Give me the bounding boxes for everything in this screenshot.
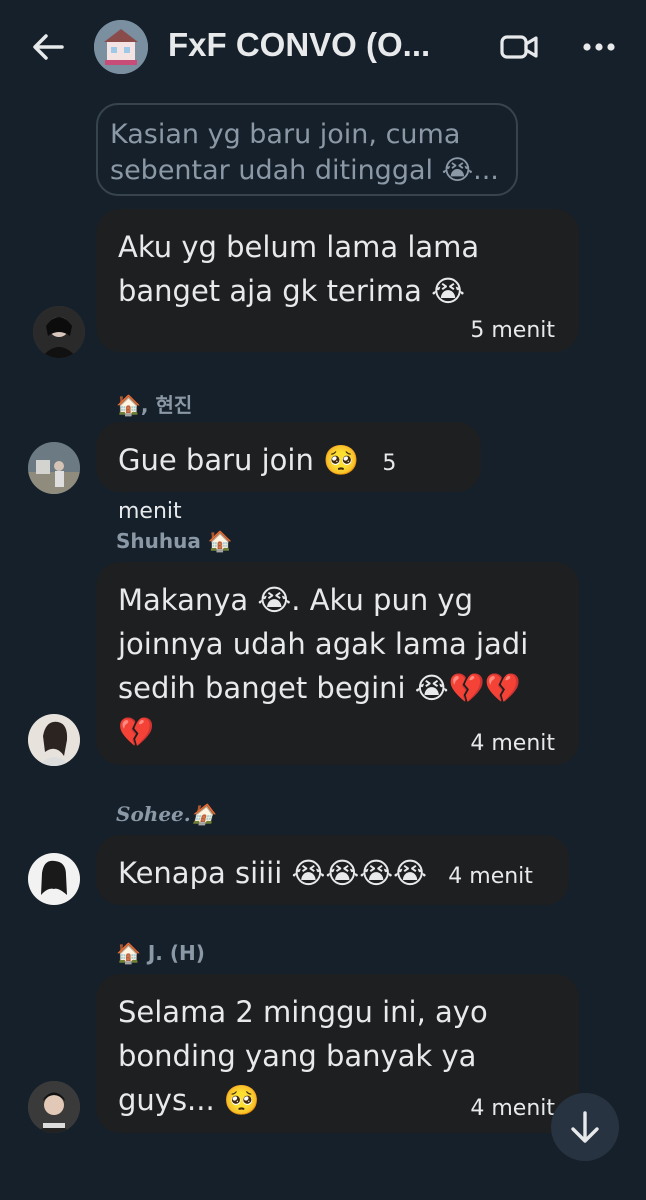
message-text: Aku yg belum lama lama banget aja gk ter… bbox=[118, 230, 480, 308]
avatar[interactable] bbox=[28, 442, 80, 494]
back-arrow-icon[interactable] bbox=[28, 27, 68, 67]
video-call-icon[interactable] bbox=[498, 28, 540, 66]
conversation-title[interactable]: FxF CONVO (O... bbox=[168, 26, 430, 64]
message-time: 5 menit bbox=[470, 318, 555, 343]
avatar[interactable] bbox=[33, 306, 85, 358]
sender-name: Shuhua 🏠 bbox=[116, 529, 233, 553]
avatar[interactable] bbox=[28, 853, 80, 905]
conversation-header: FxF CONVO (O... bbox=[0, 0, 646, 96]
message-text: Gue baru join 🥺 bbox=[118, 443, 360, 477]
quoted-reply[interactable]: Kasian yg baru join, cuma sebentar udah … bbox=[96, 103, 518, 196]
message-time: 4 menit bbox=[470, 1096, 555, 1121]
avatar[interactable] bbox=[28, 1081, 80, 1133]
sender-name: 🏠 J. (H) bbox=[116, 941, 205, 965]
scroll-to-bottom-button[interactable] bbox=[551, 1093, 619, 1161]
message-text: Kenapa siiii 😭😭😭😭 bbox=[118, 856, 428, 890]
sender-name: 𝑺𝒐𝒉𝒆𝒆.🏠 bbox=[116, 802, 216, 826]
message-bubble[interactable]: Makanya 😭. Aku pun yg joinnya udah agak … bbox=[96, 562, 579, 765]
more-options-icon[interactable] bbox=[578, 28, 620, 66]
sender-name: 🏠, 현진 bbox=[116, 393, 193, 417]
message-bubble[interactable]: Kenapa siiii 😭😭😭😭 4 menit bbox=[96, 835, 569, 905]
arrow-down-icon bbox=[571, 1111, 599, 1143]
message-bubble[interactable]: Selama 2 minggu ini, ayo bonding yang ba… bbox=[96, 974, 579, 1133]
group-avatar[interactable] bbox=[94, 20, 148, 74]
message-bubble[interactable]: Gue baru join 🥺 5 menit bbox=[96, 422, 481, 524]
message-text: Selama 2 minggu ini, ayo bonding yang ba… bbox=[118, 995, 488, 1117]
avatar[interactable] bbox=[28, 714, 80, 766]
message-bubble[interactable]: Aku yg belum lama lama banget aja gk ter… bbox=[96, 209, 579, 352]
group-house-icon bbox=[94, 20, 148, 74]
message-time: 4 menit bbox=[448, 864, 533, 889]
message-time: 4 menit bbox=[470, 731, 555, 756]
